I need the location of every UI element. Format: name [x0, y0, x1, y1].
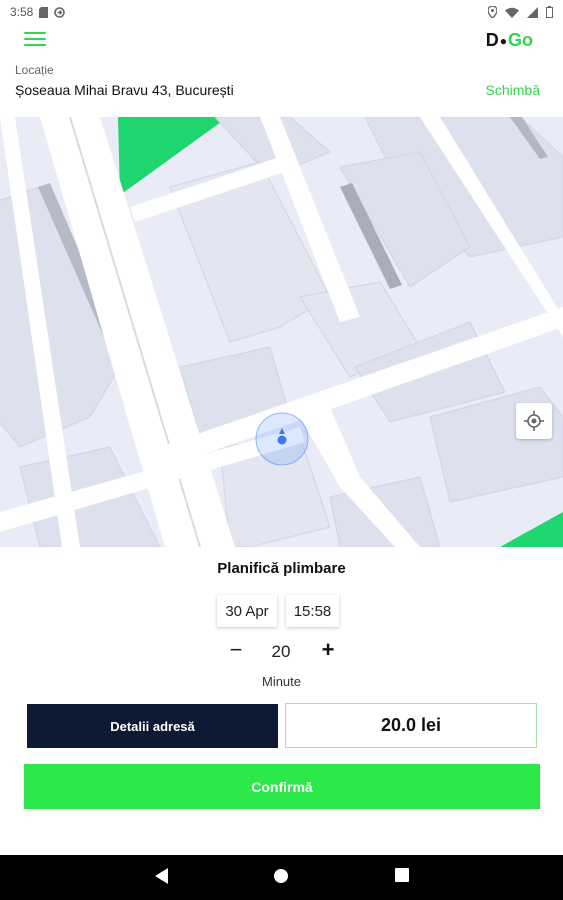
- home-circle-icon[interactable]: [273, 868, 289, 884]
- date-picker[interactable]: 30 Apr: [217, 595, 277, 627]
- status-left: 3:58: [10, 5, 66, 19]
- wifi-icon: [505, 7, 519, 18]
- sd-card-icon: [39, 6, 49, 18]
- locate-me-button[interactable]: [516, 403, 552, 439]
- logo-text-left: D: [485, 30, 499, 50]
- confirm-button[interactable]: Confirmă: [24, 764, 540, 809]
- paw-icon: ●: [499, 33, 507, 48]
- duration-value: 20: [271, 642, 291, 661]
- duration-increase-button[interactable]: +: [318, 639, 338, 661]
- map-view[interactable]: [0, 117, 563, 547]
- menu-button[interactable]: [24, 32, 46, 50]
- location-address: Șoseaua Mihai Bravu 43, București: [15, 82, 234, 98]
- location-label: Locație: [15, 63, 54, 77]
- price-display: 20.0 lei: [285, 703, 537, 748]
- status-bar: 3:58: [0, 0, 563, 24]
- status-time: 3:58: [10, 5, 34, 19]
- signal-icon: [527, 6, 538, 18]
- address-details-button[interactable]: Detalii adresă: [27, 704, 278, 748]
- back-triangle-icon[interactable]: [155, 868, 169, 884]
- time-picker[interactable]: 15:58: [286, 595, 339, 627]
- dogo-logo: D ● Go: [486, 30, 533, 51]
- map-canvas: [0, 117, 563, 547]
- crosshair-icon: [524, 411, 544, 431]
- user-position-dot: [277, 435, 287, 445]
- recents-square-icon[interactable]: [395, 868, 409, 882]
- duration-decrease-button[interactable]: −: [226, 639, 246, 661]
- change-location-link[interactable]: Schimbă: [486, 82, 540, 98]
- sync-icon: [54, 6, 66, 18]
- battery-icon: [546, 6, 553, 18]
- hamburger-line: [24, 38, 46, 40]
- status-right: [488, 6, 553, 18]
- system-nav-bar: [0, 855, 563, 900]
- location-pin-icon: [488, 6, 497, 18]
- hamburger-line: [24, 44, 46, 46]
- hamburger-icon: [24, 32, 46, 34]
- walk-planner-panel: Planifică plimbare 30 Apr 15:58 − 20 + M…: [0, 547, 563, 855]
- planner-title: Planifică plimbare: [217, 560, 346, 577]
- logo-text-right: Go: [508, 30, 533, 50]
- duration-unit-label: Minute: [261, 674, 302, 689]
- app-bar: D ● Go: [0, 24, 563, 58]
